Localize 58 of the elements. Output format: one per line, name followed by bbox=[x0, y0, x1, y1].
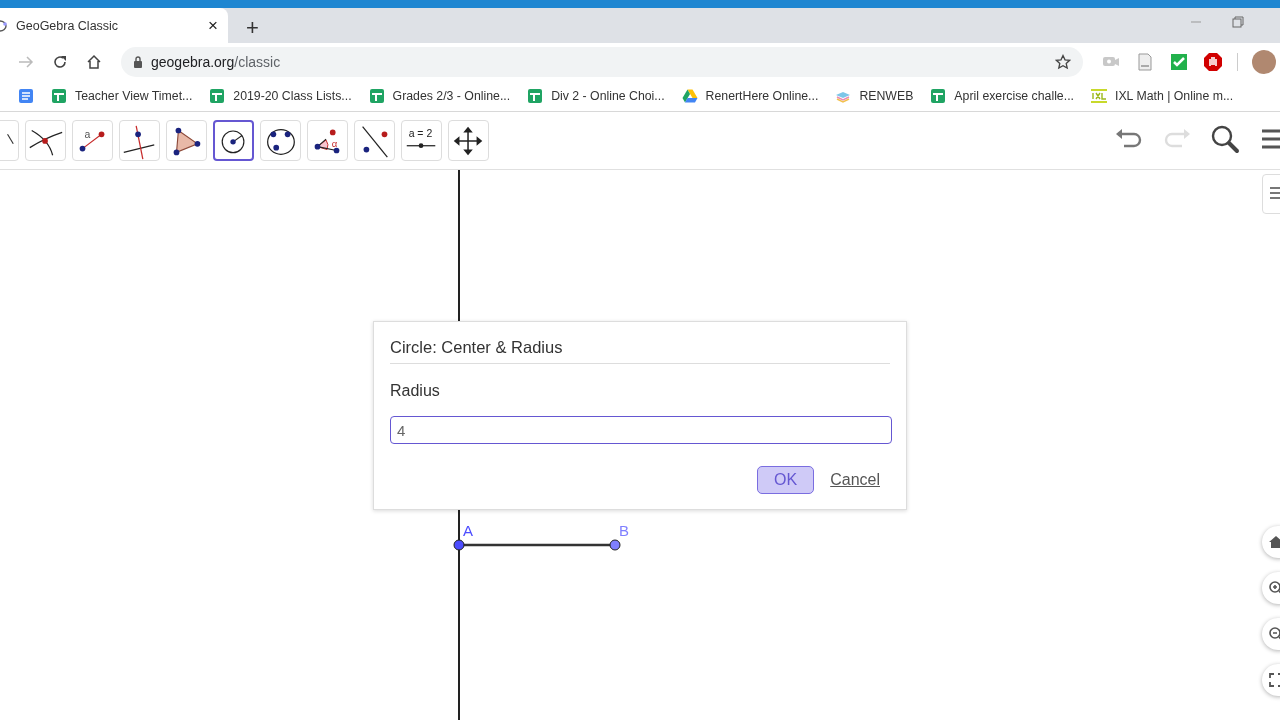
ixl-icon bbox=[1090, 87, 1107, 104]
fullscreen-icon bbox=[1268, 672, 1280, 688]
bookmark[interactable]: Teacher View Timet... bbox=[51, 87, 193, 104]
geogebra-icon bbox=[0, 17, 8, 34]
home-icon[interactable] bbox=[86, 53, 102, 70]
ok-button[interactable]: OK bbox=[757, 466, 815, 494]
spreadsheet-icon bbox=[51, 87, 67, 104]
url-text: geogebra.org/classic bbox=[151, 53, 282, 70]
stop-hand-icon[interactable] bbox=[1203, 51, 1223, 72]
browser-tab[interactable]: GeoGebra Classic × bbox=[0, 8, 228, 43]
radius-field[interactable]: 4 bbox=[390, 416, 892, 444]
bookmark[interactable] bbox=[18, 87, 34, 104]
triangle-icon bbox=[681, 87, 698, 104]
point-label: A bbox=[463, 522, 473, 539]
bookmark[interactable]: IXL Math | Online m... bbox=[1090, 87, 1234, 104]
bookmark[interactable]: Grades 2/3 - Online... bbox=[368, 87, 511, 104]
document-icon bbox=[18, 87, 34, 104]
bookmark[interactable]: RenertHere Online... bbox=[681, 87, 819, 104]
cancel-link[interactable]: Cancel bbox=[830, 467, 880, 493]
bookmark[interactable]: Div 2 - Online Choi... bbox=[527, 87, 665, 104]
bookmark[interactable]: April exercise challe... bbox=[930, 87, 1074, 104]
circle-icon bbox=[221, 130, 245, 154]
reload-icon[interactable] bbox=[52, 53, 68, 70]
point-label: B bbox=[619, 522, 629, 539]
tool-button[interactable]: α bbox=[307, 120, 348, 161]
avatar[interactable] bbox=[1252, 49, 1276, 74]
triangle-icon bbox=[173, 127, 201, 156]
zoom-in-icon bbox=[1268, 580, 1280, 596]
spreadsheet-icon bbox=[930, 87, 947, 104]
spreadsheet-icon bbox=[368, 87, 385, 104]
address-bar[interactable]: geogebra.org/classic bbox=[121, 46, 1083, 77]
checkmark-icon[interactable] bbox=[1169, 51, 1189, 72]
circle-icon bbox=[267, 128, 295, 155]
intersect-icon bbox=[29, 129, 63, 156]
perpendicular-icon bbox=[123, 125, 155, 160]
star-icon[interactable] bbox=[1055, 53, 1071, 70]
spreadsheet-icon bbox=[527, 87, 544, 104]
dialog-title: Circle: Center & Radius bbox=[390, 338, 890, 364]
tool-button[interactable]: a bbox=[72, 120, 113, 161]
field-label: Radius bbox=[390, 382, 440, 400]
move-icon bbox=[453, 126, 483, 156]
new-tab-button[interactable]: + bbox=[242, 17, 263, 39]
style-bar-toggle[interactable] bbox=[1262, 174, 1280, 214]
point[interactable] bbox=[453, 539, 465, 551]
zoom-out-icon bbox=[1268, 626, 1280, 642]
tool-button[interactable] bbox=[213, 120, 254, 161]
spreadsheet-icon bbox=[209, 87, 226, 104]
point[interactable] bbox=[609, 539, 621, 551]
close-tab-button[interactable]: × bbox=[206, 17, 220, 34]
bookmark[interactable]: 2019-20 Class Lists... bbox=[209, 87, 352, 104]
home-icon bbox=[1268, 534, 1280, 550]
lock-icon bbox=[133, 55, 143, 68]
tool-icon bbox=[6, 133, 14, 145]
restore-icon[interactable] bbox=[1232, 16, 1244, 28]
bookmark[interactable]: RENWEB bbox=[835, 87, 914, 104]
tool-button[interactable]: a = 2 bbox=[401, 120, 442, 161]
line-point-icon bbox=[362, 126, 388, 158]
tab-title: GeoGebra Classic bbox=[16, 18, 120, 33]
